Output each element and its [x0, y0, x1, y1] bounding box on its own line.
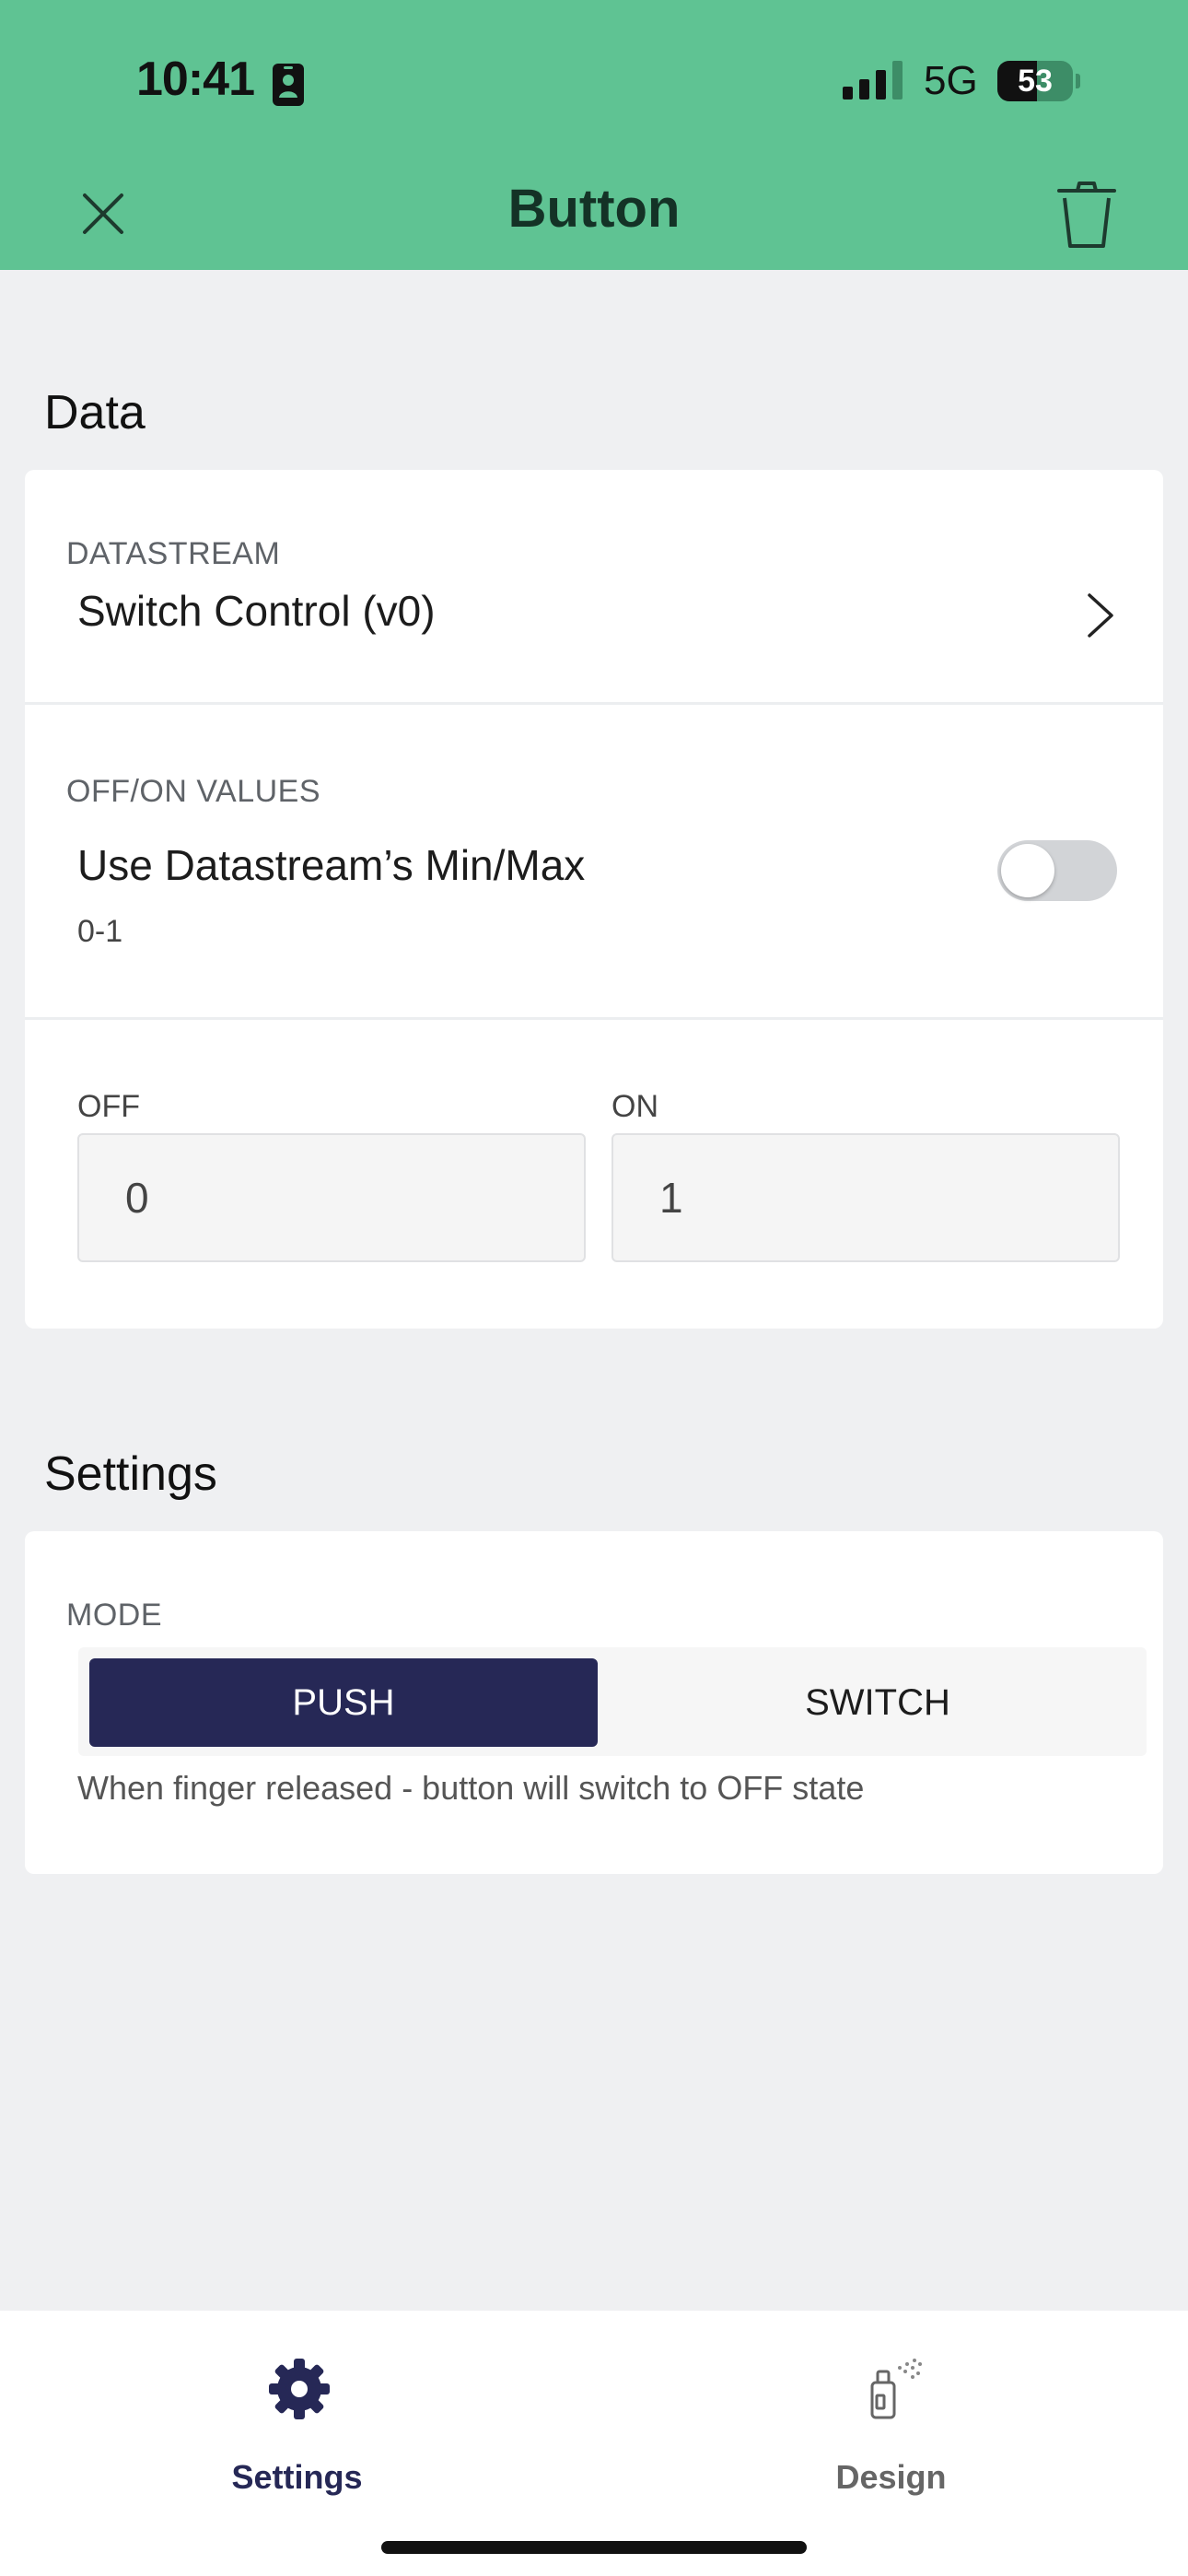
spray-paint-icon — [870, 2359, 922, 2419]
battery-indicator: 53 — [997, 61, 1080, 101]
cellular-signal-icon — [843, 61, 903, 100]
mode-switch-button[interactable]: SWITCH — [622, 1658, 1134, 1747]
settings-section-title: Settings — [44, 1447, 217, 1501]
battery-level: 53 — [1018, 64, 1053, 99]
contact-card-icon — [273, 64, 304, 106]
data-section-title: Data — [44, 386, 146, 439]
tab-design[interactable]: Design — [594, 2311, 1188, 2523]
datastream-row[interactable]: DATASTREAM Switch Control (v0) — [25, 470, 1163, 702]
on-value-input[interactable]: 1 — [611, 1133, 1120, 1262]
page-title: Button — [507, 179, 681, 239]
divider — [25, 1017, 1163, 1020]
mode-push-button[interactable]: PUSH — [89, 1658, 598, 1747]
home-indicator — [381, 2541, 807, 2554]
on-label: ON — [611, 1089, 658, 1124]
bottom-tab-bar: Settings Design — [0, 2311, 1188, 2576]
header: 10:41 5G 53 Button — [0, 0, 1188, 270]
toggle-knob — [1001, 844, 1054, 897]
off-on-values-label: OFF/ON VALUES — [66, 774, 321, 809]
divider — [25, 702, 1163, 705]
tab-design-label: Design — [835, 2458, 947, 2496]
gear-icon — [269, 2359, 330, 2419]
trash-icon[interactable] — [1050, 178, 1124, 252]
data-card: DATASTREAM Switch Control (v0) OFF/ON VA… — [25, 470, 1163, 1329]
mode-hint: When finger released - button will switc… — [77, 1769, 865, 1807]
chevron-right-icon — [1088, 593, 1113, 638]
tab-settings[interactable]: Settings — [0, 2311, 594, 2523]
off-label: OFF — [77, 1089, 140, 1124]
datastream-value: Switch Control (v0) — [77, 587, 436, 635]
use-datastream-minmax-toggle[interactable] — [997, 840, 1117, 901]
mode-segmented-control: PUSH SWITCH — [78, 1647, 1147, 1756]
status-time: 10:41 — [136, 53, 255, 106]
off-value-input[interactable]: 0 — [77, 1133, 586, 1262]
use-datastream-minmax-label: Use Datastream’s Min/Max — [77, 841, 586, 889]
minmax-range: 0-1 — [77, 914, 123, 949]
tab-settings-label: Settings — [231, 2458, 363, 2496]
mode-label: MODE — [66, 1598, 162, 1633]
datastream-label: DATASTREAM — [66, 536, 281, 571]
settings-card: MODE PUSH SWITCH When finger released - … — [25, 1531, 1163, 1874]
network-type: 5G — [924, 58, 978, 103]
